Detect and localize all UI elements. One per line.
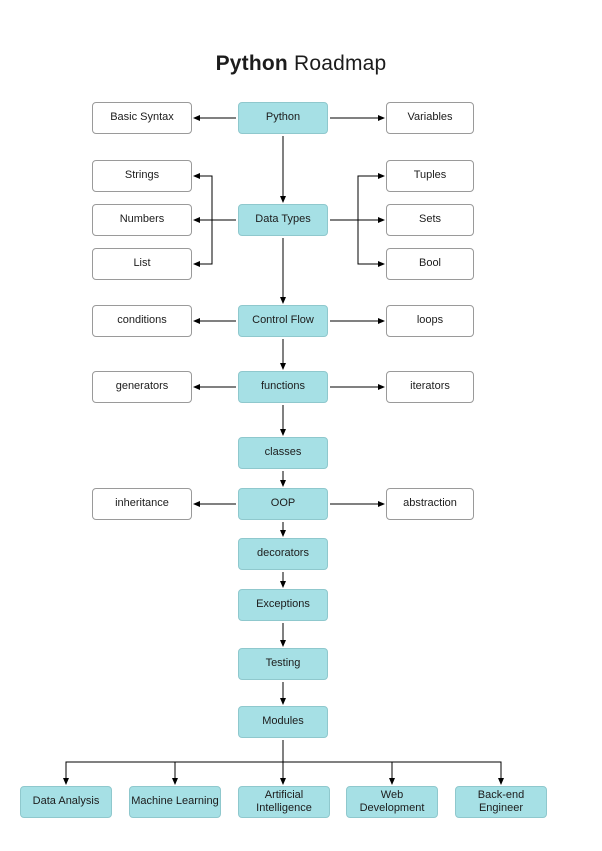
node-web-development[interactable]: Web Development <box>346 786 438 818</box>
node-label: iterators <box>410 380 450 393</box>
node-exceptions[interactable]: Exceptions <box>238 589 328 621</box>
node-label: OOP <box>270 497 296 510</box>
node-label: Modules <box>262 715 304 728</box>
node-bool[interactable]: Bool <box>386 248 474 280</box>
node-strings[interactable]: Strings <box>92 160 192 192</box>
node-label: Artificial Intelligence <box>256 788 312 814</box>
node-label: Variables <box>407 111 453 124</box>
node-data-types[interactable]: Data Types <box>238 204 328 236</box>
node-abstraction[interactable]: abstraction <box>386 488 474 520</box>
node-label: classes <box>264 446 302 459</box>
node-oop[interactable]: OOP <box>238 488 328 520</box>
node-label: Bool <box>418 257 442 270</box>
node-label: Numbers <box>119 213 165 226</box>
roadmap-diagram: Python Roadmap Basic Syntax Python Varia… <box>0 0 602 851</box>
node-basic-syntax[interactable]: Basic Syntax <box>92 102 192 134</box>
node-numbers[interactable]: Numbers <box>92 204 192 236</box>
node-sets[interactable]: Sets <box>386 204 474 236</box>
node-decorators[interactable]: decorators <box>238 538 328 570</box>
node-label: Exceptions <box>256 598 310 611</box>
node-label: decorators <box>257 547 309 560</box>
node-label: Web Development <box>359 788 425 814</box>
page-title-bold: Python <box>215 52 288 75</box>
node-label: Basic Syntax <box>110 111 174 124</box>
node-label: abstraction <box>403 497 457 510</box>
node-loops[interactable]: loops <box>386 305 474 337</box>
node-control-flow[interactable]: Control Flow <box>238 305 328 337</box>
node-label: Sets <box>418 213 441 226</box>
node-classes[interactable]: classes <box>238 437 328 469</box>
node-label: Back-end Engineer <box>477 788 525 814</box>
node-label: inheritance <box>115 497 169 510</box>
node-label: Testing <box>265 657 301 670</box>
node-tuples[interactable]: Tuples <box>386 160 474 192</box>
node-label: Data Analysis <box>32 795 100 808</box>
page-title-rest: Roadmap <box>287 52 387 75</box>
node-list[interactable]: List <box>92 248 192 280</box>
node-modules[interactable]: Modules <box>238 706 328 738</box>
node-label: Control Flow <box>252 314 314 327</box>
node-conditions[interactable]: conditions <box>92 305 192 337</box>
node-data-analysis[interactable]: Data Analysis <box>20 786 112 818</box>
node-artificial-intelligence[interactable]: Artificial Intelligence <box>238 786 330 818</box>
node-testing[interactable]: Testing <box>238 648 328 680</box>
page-title: Python Roadmap <box>0 52 602 76</box>
node-functions[interactable]: functions <box>238 371 328 403</box>
node-label: Machine Learning <box>131 795 219 808</box>
node-label: loops <box>416 314 444 327</box>
node-variables[interactable]: Variables <box>386 102 474 134</box>
node-inheritance[interactable]: inheritance <box>92 488 192 520</box>
node-iterators[interactable]: iterators <box>386 371 474 403</box>
node-label: conditions <box>117 314 167 327</box>
node-label: generators <box>115 380 169 393</box>
node-label: Data Types <box>255 213 311 226</box>
node-label: List <box>133 257 151 270</box>
node-label: Strings <box>124 169 160 182</box>
node-back-end-engineer[interactable]: Back-end Engineer <box>455 786 547 818</box>
node-python[interactable]: Python <box>238 102 328 134</box>
node-generators[interactable]: generators <box>92 371 192 403</box>
node-label: Tuples <box>413 169 447 182</box>
node-machine-learning[interactable]: Machine Learning <box>129 786 221 818</box>
node-label: Python <box>265 111 301 124</box>
node-label: functions <box>260 380 306 393</box>
